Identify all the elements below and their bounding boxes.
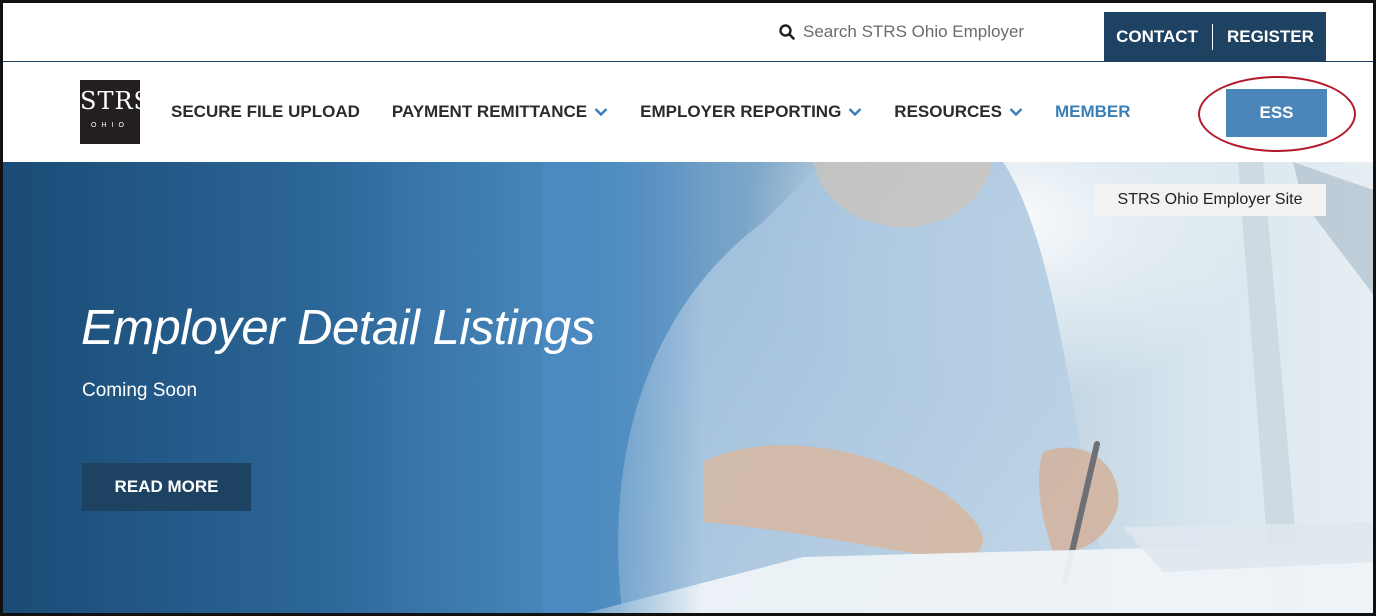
nav-item-label: PAYMENT REMITTANCE [391, 102, 588, 121]
nav-item-resources[interactable]: RESOURCES [894, 102, 1023, 122]
chevron-down-icon [848, 108, 862, 117]
contact-link[interactable]: CONTACT [1116, 27, 1198, 47]
highlight-circle [1198, 76, 1356, 152]
hero-photo [543, 162, 1373, 613]
nav-item-member[interactable]: MEMBER [1055, 102, 1131, 122]
hero-subtitle: Coming Soon [82, 380, 198, 401]
search-placeholder[interactable]: Search STRS Ohio Employer [803, 22, 1024, 42]
nav-item-label: SECURE FILE UPLOAD [171, 102, 360, 121]
nav-item-label: MEMBER [1054, 102, 1131, 121]
divider [1211, 23, 1213, 50]
main-navigation: STRS OHIO SECURE FILE UPLOAD PAYMENT REM… [3, 62, 1373, 162]
nav-item-payment-remittance[interactable]: PAYMENT REMITTANCE [392, 102, 608, 122]
logo-mark: STRS [80, 87, 151, 115]
hero-banner: STRS Ohio Employer Site Employer Detail … [3, 162, 1373, 613]
nav-item-secure-file-upload[interactable]: SECURE FILE UPLOAD [171, 102, 360, 122]
browser-frame: Search STRS Ohio Employer CONTACT REGIST… [0, 0, 1376, 616]
logo-subtext: OHIO [91, 122, 129, 129]
search-box[interactable]: Search STRS Ohio Employer [779, 3, 1024, 61]
read-more-button[interactable]: READ MORE [82, 463, 251, 511]
nav-menu: SECURE FILE UPLOAD PAYMENT REMITTANCE EM… [171, 62, 1163, 162]
chevron-down-icon [1009, 108, 1023, 117]
nav-item-label: EMPLOYER REPORTING [640, 102, 842, 121]
register-link[interactable]: REGISTER [1227, 27, 1314, 47]
site-label: STRS Ohio Employer Site [1094, 184, 1326, 216]
nav-item-employer-reporting[interactable]: EMPLOYER REPORTING [640, 102, 862, 122]
chevron-down-icon [594, 108, 608, 117]
nav-item-label: RESOURCES [894, 102, 1002, 121]
hero-title: Employer Detail Listings [81, 301, 595, 355]
utility-bar: Search STRS Ohio Employer CONTACT REGIST… [3, 3, 1373, 62]
strs-ohio-logo[interactable]: STRS OHIO [80, 80, 151, 144]
search-icon [779, 24, 795, 40]
contact-register-bar: CONTACT REGISTER [1104, 12, 1326, 61]
